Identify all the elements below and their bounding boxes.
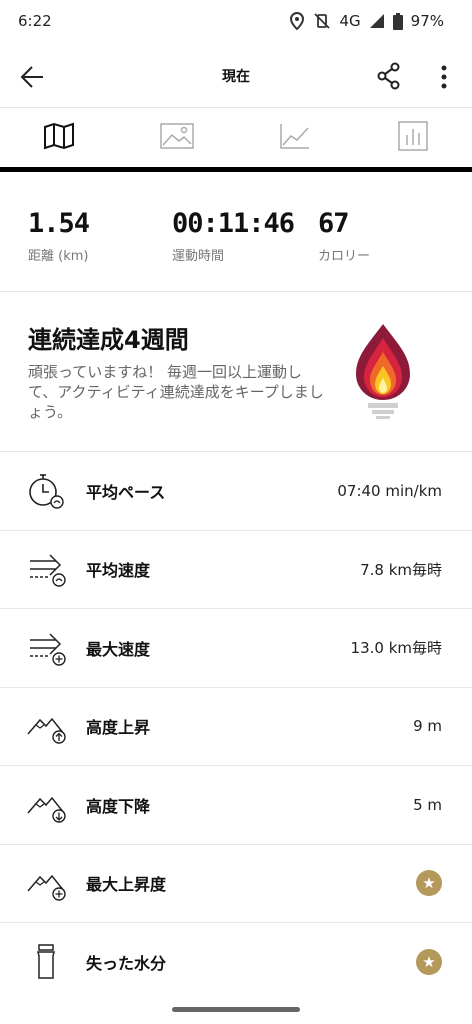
elevation-loss-icon bbox=[26, 785, 68, 825]
stat-row-max-altitude[interactable]: 最大上昇度 ★ bbox=[0, 845, 472, 923]
distance-label: 距離 (km) bbox=[28, 249, 89, 264]
streak-message: 頑張っていますね！ 毎週一回以上運動して、アクティビティ連続達成をキープしましょ… bbox=[28, 363, 324, 421]
water-bottle-icon bbox=[26, 942, 68, 982]
max-elevation-icon bbox=[26, 863, 68, 903]
network-type: 4G bbox=[339, 12, 361, 30]
stats-list: 平均ペース 07:40 min/km 平均速度 7.8 km毎時 最大速度 13… bbox=[0, 452, 472, 1002]
stat-value: 07:40 min/km bbox=[337, 481, 442, 500]
stat-label: 高度上昇 bbox=[86, 718, 151, 738]
app-bar: 現在 bbox=[0, 44, 472, 108]
stopwatch-icon bbox=[26, 471, 68, 511]
premium-star-icon[interactable]: ★ bbox=[416, 949, 442, 976]
distance-value: 1.54 bbox=[28, 208, 90, 239]
calories-value: 67 bbox=[318, 208, 350, 239]
summary-duration: 00:11:46 運動時間 bbox=[172, 208, 295, 264]
stat-value: 13.0 km毎時 bbox=[350, 639, 442, 658]
elevation-gain-icon bbox=[26, 706, 68, 746]
tab-map[interactable] bbox=[0, 108, 118, 167]
streak-card[interactable]: 連続達成4週間 頑張っていますね！ 毎週一回以上運動して、アクティビティ連続達成… bbox=[0, 292, 472, 452]
tab-bar bbox=[0, 108, 472, 172]
bar-chart-icon bbox=[398, 120, 428, 155]
stat-row-avg-pace[interactable]: 平均ペース 07:40 min/km bbox=[0, 452, 472, 531]
stat-value: 9 m bbox=[413, 717, 442, 736]
tab-graph[interactable] bbox=[236, 108, 354, 167]
more-options-icon[interactable] bbox=[434, 64, 454, 90]
flame-icon bbox=[348, 322, 418, 422]
line-chart-icon bbox=[279, 122, 311, 154]
location-icon bbox=[289, 12, 305, 30]
streak-title: 連続達成4週間 bbox=[28, 326, 189, 354]
stat-row-water-loss[interactable]: 失った水分 ★ bbox=[0, 923, 472, 1002]
workout-summary: 1.54 距離 (km) 00:11:46 運動時間 67 カロリー bbox=[0, 172, 472, 292]
stat-row-ascent[interactable]: 高度上昇 9 m bbox=[0, 688, 472, 766]
tab-laps[interactable] bbox=[354, 108, 472, 167]
home-indicator[interactable] bbox=[172, 1007, 300, 1012]
stat-value: 5 m bbox=[413, 795, 442, 814]
stat-label: 高度下降 bbox=[86, 796, 151, 816]
vibrate-off-icon bbox=[313, 12, 331, 30]
stat-label: 最大上昇度 bbox=[86, 875, 167, 895]
duration-label: 運動時間 bbox=[172, 249, 225, 264]
stat-row-max-speed[interactable]: 最大速度 13.0 km毎時 bbox=[0, 609, 472, 688]
stat-label: 平均速度 bbox=[86, 561, 151, 581]
premium-star-icon[interactable]: ★ bbox=[416, 870, 442, 897]
stat-row-avg-speed[interactable]: 平均速度 7.8 km毎時 bbox=[0, 531, 472, 609]
signal-icon bbox=[369, 13, 385, 29]
tab-photos[interactable] bbox=[118, 108, 236, 167]
duration-value: 00:11:46 bbox=[172, 208, 295, 239]
stat-value: 7.8 km毎時 bbox=[360, 560, 442, 579]
battery-icon bbox=[392, 12, 403, 30]
speed-average-icon bbox=[26, 549, 68, 589]
calories-label: カロリー bbox=[318, 249, 371, 264]
map-icon bbox=[43, 122, 75, 154]
status-time: 6:22 bbox=[18, 12, 52, 30]
speed-max-icon bbox=[26, 628, 68, 668]
battery-percent: 97% bbox=[410, 12, 444, 30]
share-icon[interactable] bbox=[376, 62, 402, 90]
stat-label: 平均ペース bbox=[86, 482, 166, 502]
summary-distance: 1.54 距離 (km) bbox=[28, 208, 90, 264]
stat-label: 最大速度 bbox=[86, 639, 151, 659]
summary-calories: 67 カロリー bbox=[318, 208, 370, 264]
stat-label: 失った水分 bbox=[86, 954, 167, 974]
stat-row-descent[interactable]: 高度下降 5 m bbox=[0, 766, 472, 845]
status-bar: 6:22 4G 97% bbox=[0, 0, 472, 42]
image-icon bbox=[160, 122, 194, 153]
